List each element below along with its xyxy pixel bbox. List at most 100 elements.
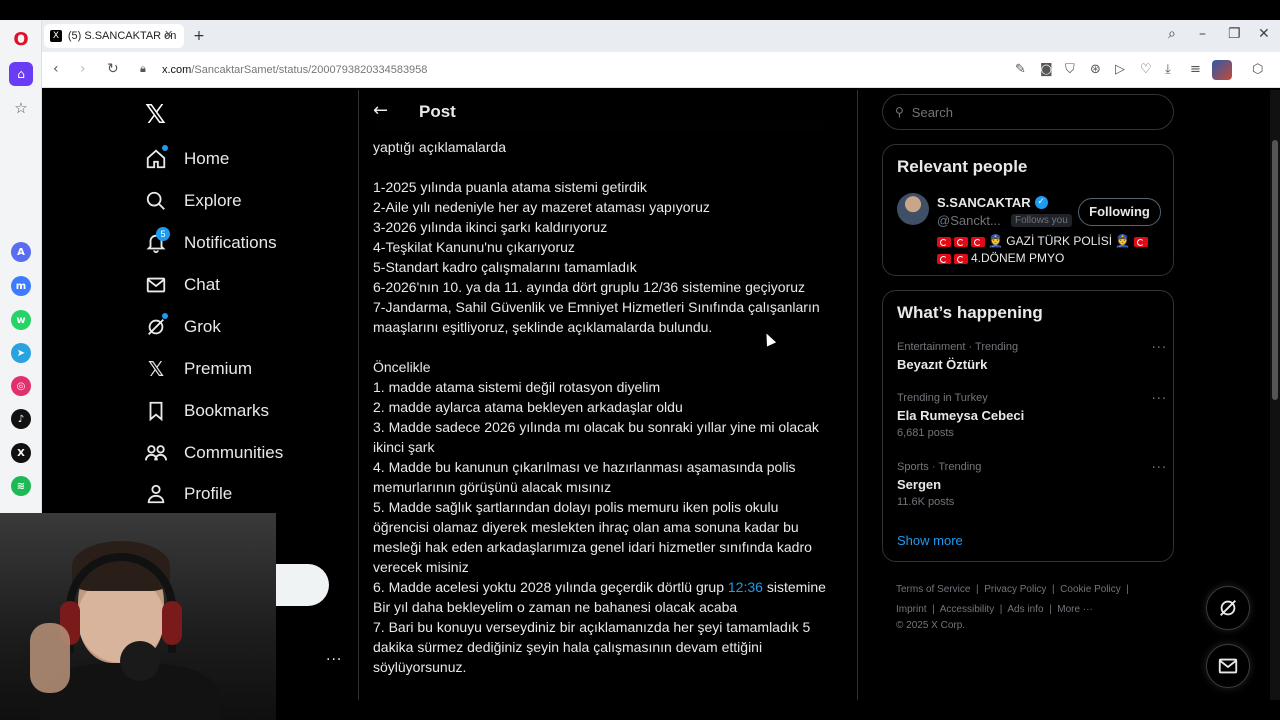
post-line: 4. Madde bu kanunun çıkarılması ve hazır… <box>373 459 796 475</box>
more-icon[interactable]: ··· <box>1152 341 1167 356</box>
home-dot <box>162 145 168 151</box>
trend-name: Ela Rumeysa Cebeci <box>897 408 1025 423</box>
grok-fab[interactable] <box>1206 586 1250 630</box>
webcam-overlay <box>0 513 276 720</box>
avatar[interactable] <box>897 193 929 225</box>
post-line: söylüyorsunuz. <box>373 659 467 675</box>
post-line: yaptığı açıklamalarda <box>373 139 507 155</box>
account-more-icon[interactable]: ··· <box>326 652 342 668</box>
menu-icon[interactable]: ≡ <box>1190 62 1201 77</box>
turkey-flag-icon <box>954 253 968 264</box>
footer-link[interactable]: Cookie Policy <box>1060 584 1121 595</box>
opera-logo-icon[interactable]: O <box>11 30 31 50</box>
verified-icon: ✓ <box>1034 196 1048 209</box>
footer-link[interactable]: Ads info <box>1007 604 1043 615</box>
webcam-hand <box>30 623 70 693</box>
sidebar-item-label: Premium <box>184 359 253 378</box>
hashtag-link[interactable]: 12:36 <box>728 579 763 595</box>
close-tab-icon[interactable]: ✕ <box>164 28 173 41</box>
trend-meta: Entertainment · Trending <box>897 341 1019 353</box>
play-icon[interactable]: ▷ <box>1115 62 1125 77</box>
back-arrow-icon[interactable]: ← <box>373 100 388 121</box>
bio-line-1: 👮 GAZİ TÜRK POLİSİ 👮 <box>988 234 1131 248</box>
post-line: Öncelikle <box>373 359 431 375</box>
trend-count: 6,681 posts <box>897 427 954 439</box>
trend-item[interactable]: Entertainment · Trending Beyazıt Öztürk … <box>897 341 1167 372</box>
profile-avatar-icon[interactable] <box>1212 60 1232 80</box>
vpn-icon[interactable]: ⊛ <box>1090 62 1101 77</box>
search-tabs-icon[interactable]: ⌕ <box>1168 26 1176 42</box>
restore-icon[interactable]: ❐ <box>1228 26 1241 42</box>
scroll-thumb[interactable] <box>1272 140 1278 400</box>
footer-link[interactable]: Imprint <box>896 604 927 615</box>
more-icon[interactable]: ··· <box>1152 461 1167 476</box>
sidebar-item-profile[interactable]: Profile <box>144 480 232 508</box>
footer-link[interactable]: Terms of Service <box>896 584 970 595</box>
shield-icon[interactable]: ⛉ <box>1065 62 1075 77</box>
edit-icon[interactable]: ✎ <box>1015 62 1026 77</box>
browser-tab[interactable]: X (5) S.SANCAKTAR on X: "S <box>44 24 184 48</box>
sidebar-item-grok[interactable]: Grok <box>144 313 221 341</box>
x-logo-icon[interactable]: 𝕏 <box>145 100 166 130</box>
extensions-icon[interactable]: ⬡ <box>1252 62 1263 77</box>
sidebar-item-label: Grok <box>184 317 221 336</box>
footer-link[interactable]: More ··· <box>1057 604 1093 615</box>
whatsapp-icon[interactable]: w <box>11 310 31 330</box>
post-line: verecek misiniz <box>373 559 469 575</box>
close-window-icon[interactable]: ✕ <box>1258 26 1270 42</box>
back-icon[interactable]: ‹ <box>53 61 59 77</box>
post-line: ikinci şark <box>373 439 435 455</box>
sidebar-item-chat[interactable]: Chat <box>144 271 220 299</box>
post-button[interactable] <box>276 564 329 606</box>
new-tab-icon[interactable]: + <box>191 28 207 44</box>
url-host: x.com <box>162 64 192 76</box>
search-input[interactable]: ⚲ Search <box>882 94 1174 130</box>
post-line: 6-2026'nın 10. ya da 11. ayında dört gru… <box>373 279 806 295</box>
more-icon[interactable]: ··· <box>1152 392 1167 407</box>
sidebar-item-label: Bookmarks <box>184 401 270 420</box>
sidebar-item-notifications[interactable]: 5 Notifications <box>144 227 277 257</box>
messenger-icon[interactable]: m <box>11 276 31 296</box>
ai-app-icon[interactable]: A <box>11 242 31 262</box>
reload-icon[interactable]: ↻ <box>107 61 119 77</box>
post-header: ← Post <box>359 90 857 134</box>
sidebar-item-premium[interactable]: 𝕏 Premium <box>144 355 252 383</box>
minimize-icon[interactable]: – <box>1199 26 1206 42</box>
microphone <box>120 641 160 681</box>
telegram-icon[interactable]: ➤ <box>11 343 31 363</box>
home-icon[interactable]: ⌂ <box>9 62 33 86</box>
heart-icon[interactable]: ♡ <box>1140 62 1152 77</box>
following-button[interactable]: Following <box>1078 198 1161 226</box>
whats-happening-card: What’s happening Entertainment · Trendin… <box>882 290 1174 562</box>
x-app-icon[interactable]: X <box>11 443 31 463</box>
search-icon: ⚲ <box>895 105 904 119</box>
lock-icon[interactable]: 🔒︎ <box>140 62 146 76</box>
person-name[interactable]: S.SANCAKTAR ✓ <box>937 195 1048 210</box>
mail-icon <box>1218 658 1238 674</box>
url-field[interactable]: x.com/SancaktarSamet/status/200079382033… <box>162 64 427 76</box>
camera-icon[interactable]: ◙ <box>1040 62 1053 77</box>
post-line: 1. madde atama sistemi değil rotasyon di… <box>373 379 661 395</box>
turkey-flag-icon <box>954 236 968 247</box>
download-icon[interactable]: ⤓ <box>1165 62 1171 77</box>
copyright: © 2025 X Corp. <box>896 620 966 631</box>
show-more-link[interactable]: Show more <box>897 533 963 548</box>
instagram-icon[interactable]: ◎ <box>11 376 31 396</box>
bio-line-2: 4.DÖNEM PMYO <box>971 251 1065 265</box>
forward-icon[interactable]: › <box>80 61 86 77</box>
sidebar-item-home[interactable]: Home <box>144 145 229 173</box>
tiktok-icon[interactable]: ♪ <box>11 409 31 429</box>
trend-item[interactable]: Sports · Trending Sergen 11.6K posts ··· <box>897 461 1167 508</box>
trend-item[interactable]: Trending in Turkey Ela Rumeysa Cebeci 6,… <box>897 392 1167 439</box>
person-handle[interactable]: @Sanckt... <box>937 213 1001 228</box>
sidebar-item-communities[interactable]: Communities <box>144 439 283 467</box>
messages-fab[interactable] <box>1206 644 1250 688</box>
footer-link[interactable]: Privacy Policy <box>984 584 1046 595</box>
spotify-icon[interactable]: ≋ <box>11 476 31 496</box>
star-icon[interactable]: ☆ <box>9 96 33 120</box>
sidebar-item-explore[interactable]: Explore <box>144 187 242 215</box>
post-line: 7. Bari bu konuyu verseydiniz bir açıkla… <box>373 619 811 635</box>
sidebar-item-bookmarks[interactable]: Bookmarks <box>144 397 269 425</box>
footer-link[interactable]: Accessibility <box>940 604 994 615</box>
page-title: Post <box>419 102 456 121</box>
